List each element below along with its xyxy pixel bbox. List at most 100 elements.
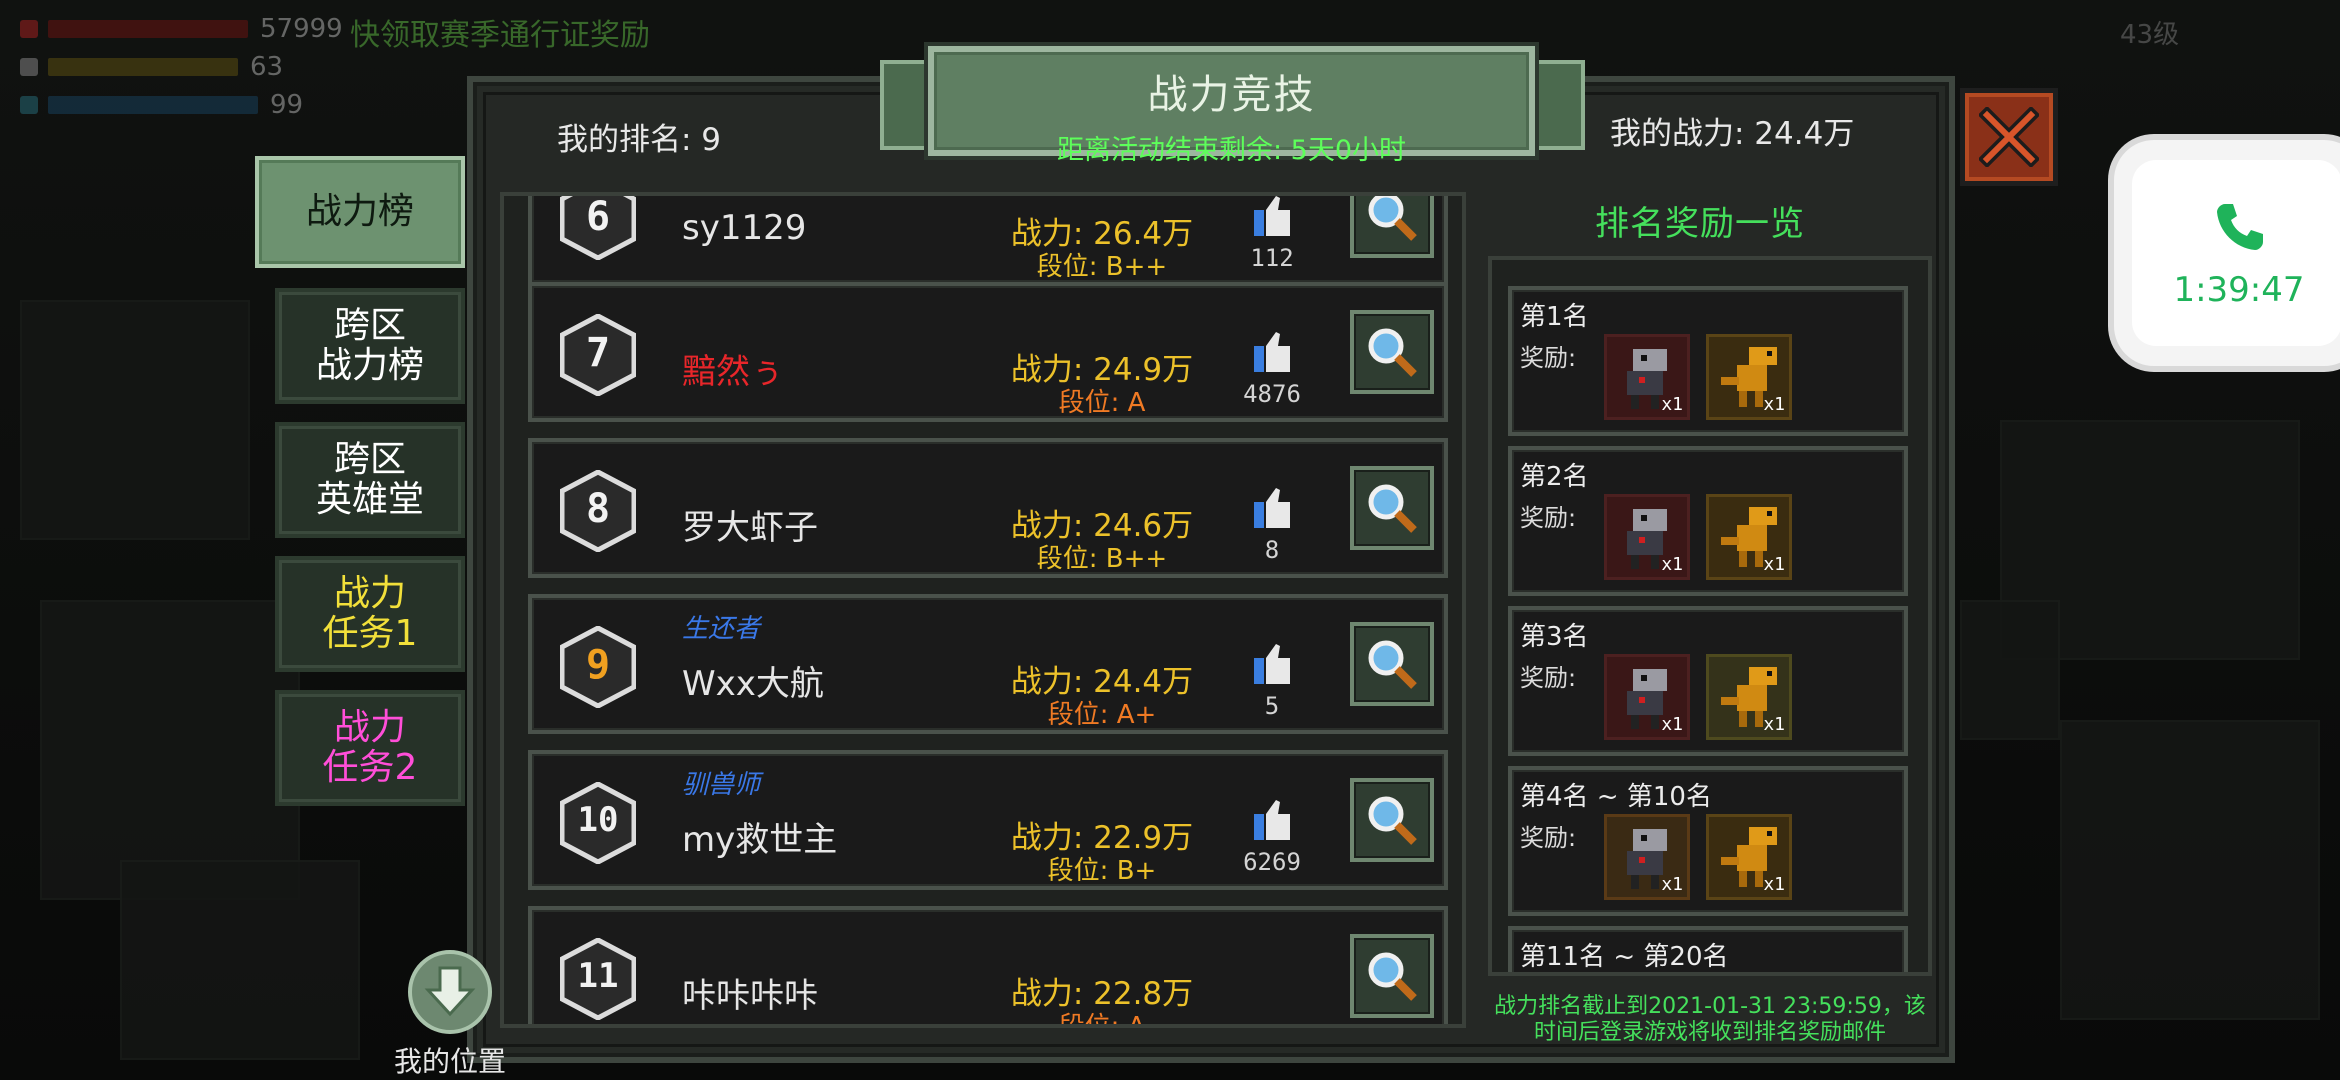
tab-label: 任务2 <box>322 747 418 788</box>
close-icon <box>1979 107 2039 167</box>
item-quantity: x1 <box>1661 874 1683 895</box>
like-count: 6269 <box>1243 848 1301 876</box>
thumbs-up-icon[interactable] <box>1232 192 1312 242</box>
reward-tier: 第1名 奖励: x1 x1 <box>1508 286 1908 436</box>
tab-label: 战力榜 <box>305 191 414 232</box>
reward-label: 奖励: <box>1520 504 1577 532</box>
player-title: 生还者 <box>682 614 761 644</box>
hp-value: 57999 <box>260 14 343 44</box>
tab-label: 战力榜 <box>315 345 424 386</box>
player-name[interactable]: 黯然ぅ <box>682 344 784 393</box>
page-title: 战力竞技 <box>1147 72 1316 118</box>
rank-number: 6 <box>585 194 611 240</box>
inspect-button[interactable] <box>1350 622 1434 706</box>
dino-pet-item[interactable]: x1 <box>1706 494 1792 580</box>
leaderboard-list[interactable]: 6 sy1129 战力: 26.4万 段位: B++ 112 7 黯然ぅ 战力:… <box>500 192 1466 1028</box>
phone-icon <box>2217 204 2263 250</box>
item-quantity: x1 <box>1661 394 1683 415</box>
robot-pet-item[interactable]: x1 <box>1604 334 1690 420</box>
inspect-button[interactable] <box>1350 934 1434 1018</box>
tab-label: 跨区 <box>333 305 406 346</box>
like-count: 8 <box>1264 536 1280 564</box>
tab-power-task-1[interactable]: 战力 任务1 <box>275 556 465 672</box>
rank-number: 10 <box>577 800 619 840</box>
event-countdown: 距离活动结束剩余: 5天0小时 <box>1056 135 1407 166</box>
inspect-button[interactable] <box>1350 196 1434 258</box>
magnifier-icon <box>1368 640 1417 689</box>
item-quantity: x1 <box>1763 554 1785 575</box>
player-tier: 段位: B+ <box>1047 856 1157 886</box>
reward-rank: 第4名 ~ 第10名 <box>1520 782 1712 812</box>
dino-pet-item[interactable]: x1 <box>1706 334 1792 420</box>
table-row: 6 sy1129 战力: 26.4万 段位: B++ 112 <box>528 192 1448 286</box>
player-tier: 段位: A <box>1058 388 1146 418</box>
player-name[interactable]: 罗大虾子 <box>682 500 818 549</box>
reward-tier: 第11名 ~ 第20名 <box>1508 926 1908 972</box>
thumbs-up-icon[interactable] <box>1232 328 1312 378</box>
tab-label: 任务1 <box>322 613 418 654</box>
rank-badge: 10 <box>560 782 636 864</box>
reward-rank: 第1名 <box>1520 302 1589 332</box>
close-button[interactable] <box>1960 88 2058 186</box>
call-timer-widget[interactable]: 1:39:47 <box>2114 140 2340 366</box>
tab-cross-server-ranking[interactable]: 跨区 战力榜 <box>275 288 465 404</box>
down-arrow-icon <box>424 966 476 1017</box>
player-name[interactable]: sy1129 <box>682 208 806 248</box>
tab-label: 跨区 <box>333 439 406 480</box>
robot-pet-item[interactable]: x1 <box>1604 654 1690 740</box>
dino-pet-item[interactable]: x1 <box>1706 814 1792 900</box>
robot-pet-item[interactable]: x1 <box>1604 494 1690 580</box>
player-tier: 段位: B++ <box>1036 252 1168 282</box>
tab-label: 战力 <box>333 573 406 614</box>
reward-tier: 第3名 奖励: x1 x1 <box>1508 606 1908 756</box>
tab-power-task-2[interactable]: 战力 任务2 <box>275 690 465 806</box>
table-row-my-entry: 9 生还者 Wxx大航 战力: 24.4万 段位: A+ 5 <box>528 594 1448 734</box>
inspect-button[interactable] <box>1350 778 1434 862</box>
call-duration: 1:39:47 <box>2173 270 2305 310</box>
reward-label: 奖励: <box>1520 664 1577 692</box>
item-quantity: x1 <box>1763 714 1785 735</box>
player-name[interactable]: my救世主 <box>682 812 837 861</box>
inspect-button[interactable] <box>1350 466 1434 550</box>
note-line: 时间后登录游戏将收到排名奖励邮件 <box>1533 1020 1886 1045</box>
energy-value: 99 <box>270 90 304 120</box>
robot-pet-item[interactable]: x1 <box>1604 814 1690 900</box>
player-name[interactable]: 咔咔咔咔 <box>682 968 818 1017</box>
my-rank: 我的排名: 9 <box>557 122 722 158</box>
rank-badge: 8 <box>560 470 636 552</box>
heart-icon <box>20 20 38 38</box>
reward-label: 奖励: <box>1520 824 1577 852</box>
tab-power-ranking[interactable]: 战力榜 <box>255 156 465 268</box>
rank-badge: 6 <box>560 194 636 260</box>
season-pass-banner[interactable]: 快领取赛季通行证奖励 <box>350 10 650 54</box>
player-tier: 段位: A <box>1058 1012 1146 1028</box>
rewards-list[interactable]: 第1名 奖励: x1 x1 第2名 奖励: x1 x1 第3名 奖励: x1 x… <box>1488 256 1932 976</box>
magnifier-icon <box>1368 484 1417 533</box>
thumbs-up-icon[interactable] <box>1232 640 1312 690</box>
magnifier-icon <box>1368 796 1417 845</box>
tab-cross-server-hall-of-fame[interactable]: 跨区 英雄堂 <box>275 422 465 538</box>
table-row: 8 罗大虾子 战力: 24.6万 段位: B++ 8 <box>528 438 1448 578</box>
tab-label: 战力 <box>333 707 406 748</box>
rank-number: 8 <box>585 486 611 532</box>
player-name[interactable]: Wxx大航 <box>682 656 824 705</box>
reward-rank: 第3名 <box>1520 622 1589 652</box>
magnifier-icon <box>1368 952 1417 1001</box>
rank-number: 7 <box>585 330 611 376</box>
my-position-button[interactable]: 我的位置 <box>380 950 520 1080</box>
reward-label: 奖励: <box>1520 344 1577 372</box>
reward-tier: 第4名 ~ 第10名 奖励: x1 x1 <box>1508 766 1908 916</box>
table-row: 10 驯兽师 my救世主 战力: 22.9万 段位: B+ 6269 <box>528 750 1448 890</box>
reward-rank: 第11名 ~ 第20名 <box>1520 942 1729 972</box>
reward-tier: 第2名 奖励: x1 x1 <box>1508 446 1908 596</box>
rank-badge: 7 <box>560 314 636 396</box>
table-row: 11 咔咔咔咔 战力: 22.8万 段位: A <box>528 906 1448 1028</box>
like-count: 5 <box>1264 692 1280 720</box>
thumbs-up-icon[interactable] <box>1232 796 1312 846</box>
thumbs-up-icon[interactable] <box>1232 484 1312 534</box>
item-quantity: x1 <box>1661 554 1683 575</box>
dino-pet-item[interactable]: x1 <box>1706 654 1792 740</box>
my-power: 我的战力: 24.4万 <box>1610 116 1855 152</box>
player-level: 43级 <box>2120 20 2180 50</box>
inspect-button[interactable] <box>1350 310 1434 394</box>
